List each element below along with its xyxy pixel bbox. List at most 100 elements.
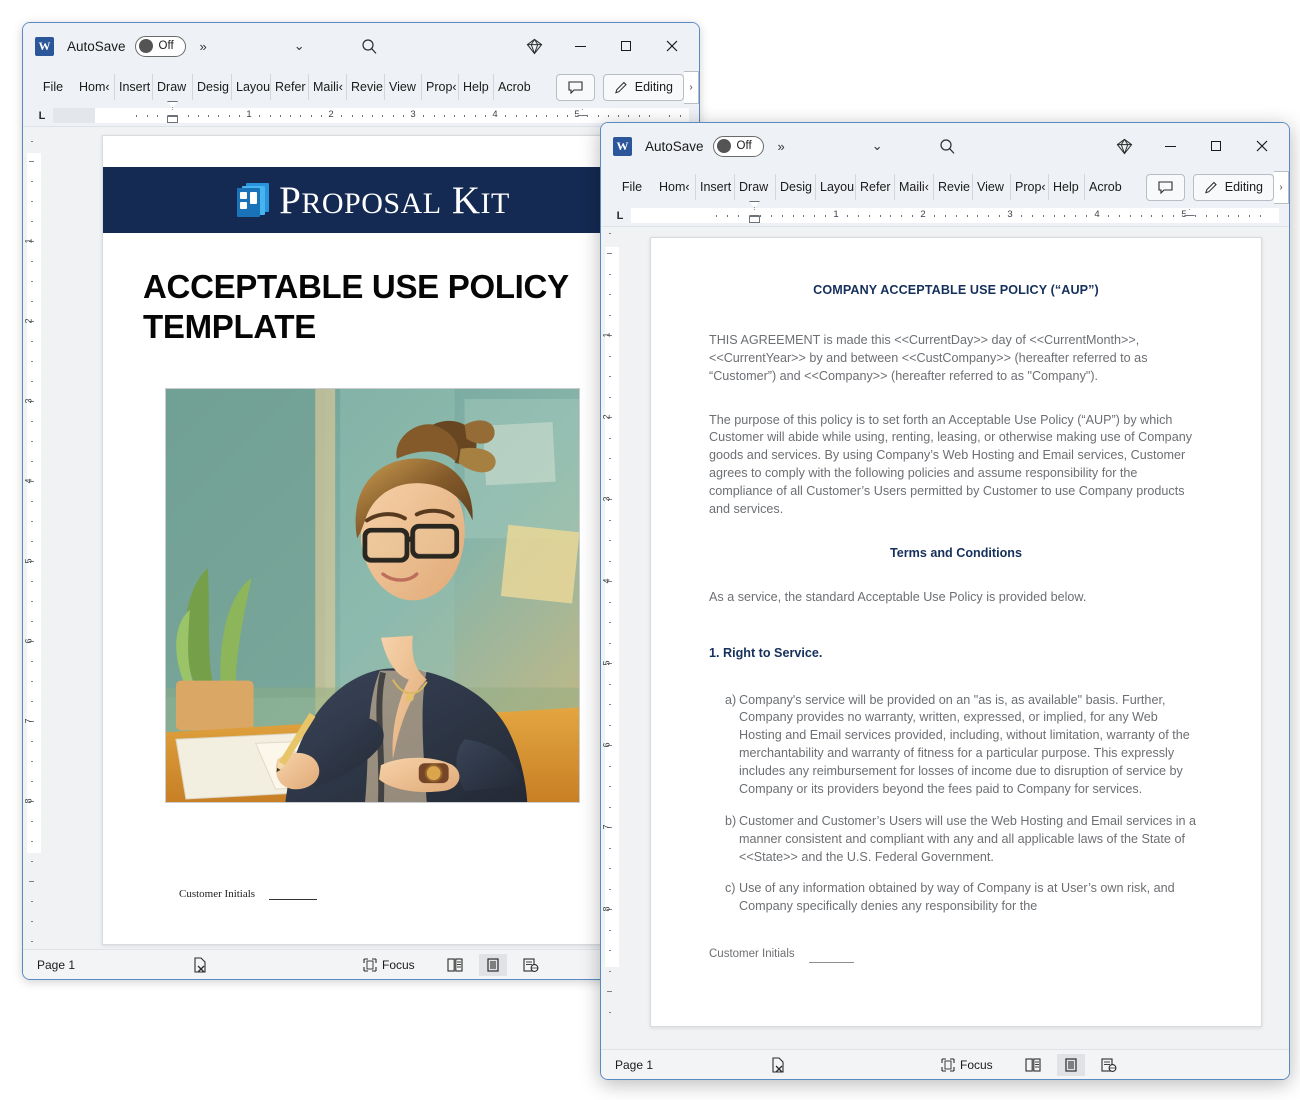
editing-mode-button[interactable]: Editing bbox=[1192, 173, 1274, 201]
focus-mode-button[interactable]: Focus bbox=[363, 958, 415, 972]
vertical-ruler-inch-label: 8 bbox=[601, 906, 612, 912]
ribbon-tab-help[interactable]: Help bbox=[1049, 174, 1085, 200]
close-button[interactable] bbox=[1239, 130, 1285, 162]
ruler-tick bbox=[279, 114, 281, 117]
left-indent-marker[interactable] bbox=[167, 116, 178, 123]
horizontal-ruler-front[interactable]: L 12345 bbox=[601, 201, 1289, 227]
ruler-tick bbox=[187, 114, 189, 117]
ribbon-tab-file[interactable]: File bbox=[609, 174, 655, 200]
ribbon-tab-draw[interactable]: Draw bbox=[153, 74, 193, 100]
ribbon-tab-proposalkit[interactable]: Prop‹ bbox=[422, 74, 459, 100]
ribbon-tab-insert[interactable]: Insert bbox=[696, 174, 735, 200]
read-mode-icon[interactable] bbox=[441, 954, 469, 976]
qat-overflow-icon[interactable]: » bbox=[778, 139, 785, 154]
editing-mode-chevron-icon[interactable]: › bbox=[684, 70, 699, 104]
ruler-tick bbox=[1173, 214, 1175, 217]
search-icon[interactable] bbox=[353, 31, 387, 61]
comments-button[interactable] bbox=[1145, 173, 1185, 201]
read-mode-icon[interactable] bbox=[1019, 1054, 1047, 1076]
qat-overflow-icon[interactable]: » bbox=[200, 39, 207, 54]
print-layout-icon[interactable] bbox=[478, 953, 507, 976]
maximize-button[interactable] bbox=[603, 30, 649, 62]
editing-mode-chevron-icon[interactable]: › bbox=[1274, 170, 1289, 204]
minimize-button[interactable] bbox=[1147, 130, 1193, 162]
autosave-toggle[interactable]: Off bbox=[712, 135, 764, 157]
document-scroll-front[interactable]: COMPANY ACCEPTABLE USE POLICY (“AUP”) TH… bbox=[623, 227, 1289, 1049]
vertical-ruler-back[interactable]: 1 2 3 4 5 6 7 8 bbox=[23, 127, 45, 949]
ribbon-tab-draw[interactable]: Draw bbox=[735, 174, 776, 200]
ribbon-tab-home[interactable]: Hom‹ bbox=[655, 174, 696, 200]
first-line-indent-marker[interactable] bbox=[167, 101, 178, 108]
document-page-contract[interactable]: COMPANY ACCEPTABLE USE POLICY (“AUP”) TH… bbox=[650, 237, 1262, 1027]
ribbon-tab-references[interactable]: Refer bbox=[856, 174, 895, 200]
status-page-number[interactable]: Page 1 bbox=[37, 958, 187, 972]
cover-initials-line[interactable] bbox=[269, 890, 318, 900]
ribbon-tab-design[interactable]: Desig bbox=[193, 74, 232, 100]
ribbon-tab-view[interactable]: View bbox=[973, 174, 1011, 200]
print-layout-icon[interactable] bbox=[1056, 1053, 1085, 1076]
ruler-tick bbox=[1053, 214, 1055, 217]
contract-initials-line[interactable] bbox=[808, 953, 854, 963]
vertical-ruler-tick bbox=[609, 786, 611, 787]
cover-illustration[interactable] bbox=[164, 387, 580, 803]
ribbon-tab-review[interactable]: Revie bbox=[934, 174, 973, 200]
vertical-ruler-tick bbox=[31, 181, 33, 182]
ribbon-tab-file[interactable]: File bbox=[31, 74, 75, 100]
vertical-ruler-tick bbox=[609, 355, 611, 357]
comments-button[interactable] bbox=[555, 73, 595, 101]
first-line-indent-marker[interactable] bbox=[749, 201, 760, 208]
word-window-back[interactable]: W AutoSave Off » ⌄ File Hom‹ Insert Draw… bbox=[22, 22, 700, 980]
ribbon-tab-layout[interactable]: Layou bbox=[816, 174, 856, 200]
word-app-icon[interactable]: W bbox=[613, 136, 632, 156]
vertical-ruler-tick bbox=[609, 560, 611, 562]
ruler-tick bbox=[1042, 214, 1044, 217]
ribbon-tab-mailings[interactable]: Maili‹ bbox=[895, 174, 934, 200]
ribbon-tab-references[interactable]: Refer bbox=[271, 74, 309, 100]
close-button[interactable] bbox=[649, 30, 695, 62]
search-icon[interactable] bbox=[931, 131, 965, 161]
ribbon-tab-mailings[interactable]: Maili‹ bbox=[309, 74, 347, 100]
ribbon-tab-layout[interactable]: Layou bbox=[232, 74, 271, 100]
ribbon-tab-acrobat[interactable]: Acrob bbox=[494, 74, 530, 100]
ribbon-tab-design[interactable]: Desig bbox=[776, 174, 816, 200]
vertical-ruler-front[interactable]: 1 2 3 4 5 6 7 8 bbox=[601, 227, 623, 1049]
word-window-front[interactable]: W AutoSave Off » ⌄ File Hom‹ Insert Draw… bbox=[600, 122, 1290, 1080]
hanging-indent-marker[interactable] bbox=[749, 209, 760, 216]
copilot-diamond-icon[interactable] bbox=[1101, 130, 1147, 162]
vertical-ruler-tick bbox=[31, 521, 33, 522]
ruler-tick bbox=[1227, 214, 1229, 217]
document-page-cover[interactable]: PROPOSAL KIT ACCEPTABLE USE POLICY TEMPL… bbox=[102, 135, 642, 945]
horizontal-ruler-back[interactable]: L 12345 bbox=[23, 101, 699, 127]
tab-stop-marker[interactable]: L bbox=[609, 210, 631, 222]
editing-mode-button[interactable]: Editing bbox=[602, 73, 684, 101]
ribbon-tab-review[interactable]: Revie bbox=[347, 74, 385, 100]
status-bar-back: Page 1 Focus bbox=[23, 949, 699, 979]
contract-body[interactable]: COMPANY ACCEPTABLE USE POLICY (“AUP”) TH… bbox=[651, 238, 1261, 963]
ruler-tick bbox=[402, 114, 404, 117]
autosave-toggle[interactable]: Off bbox=[134, 35, 186, 57]
focus-mode-button[interactable]: Focus bbox=[941, 1058, 993, 1072]
proofing-errors-icon[interactable] bbox=[765, 1055, 791, 1075]
ribbon-tab-help[interactable]: Help bbox=[459, 74, 494, 100]
word-app-icon[interactable]: W bbox=[35, 36, 54, 56]
web-layout-icon[interactable] bbox=[1095, 1054, 1123, 1076]
minimize-button[interactable] bbox=[557, 30, 603, 62]
left-indent-marker[interactable] bbox=[749, 216, 760, 223]
ribbon-tab-home[interactable]: Hom‹ bbox=[75, 74, 115, 100]
ribbon-tab-acrobat[interactable]: Acrob bbox=[1085, 174, 1122, 200]
copilot-diamond-icon[interactable] bbox=[511, 30, 557, 62]
proofing-errors-icon[interactable] bbox=[187, 955, 213, 975]
web-layout-icon[interactable] bbox=[517, 954, 545, 976]
ruler-tick bbox=[1249, 214, 1251, 217]
hanging-indent-marker[interactable] bbox=[167, 109, 178, 116]
tab-stop-marker[interactable]: L bbox=[31, 110, 53, 122]
status-page-number[interactable]: Page 1 bbox=[615, 1058, 765, 1072]
ribbon-tab-insert[interactable]: Insert bbox=[115, 74, 153, 100]
autosave-state: Off bbox=[158, 40, 174, 52]
vertical-ruler-tick bbox=[31, 601, 33, 602]
maximize-button[interactable] bbox=[1193, 130, 1239, 162]
qat-chevron-down-icon[interactable]: ⌄ bbox=[294, 38, 305, 54]
ribbon-tab-view[interactable]: View bbox=[385, 74, 422, 100]
qat-chevron-down-icon[interactable]: ⌄ bbox=[872, 138, 883, 154]
ribbon-tab-proposalkit[interactable]: Prop‹ bbox=[1011, 174, 1049, 200]
